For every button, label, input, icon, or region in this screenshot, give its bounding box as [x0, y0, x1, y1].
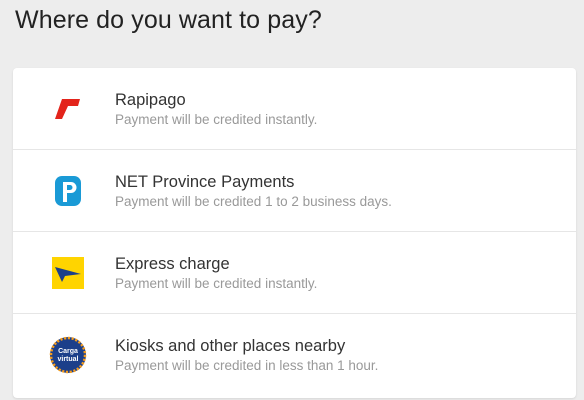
page-title: Where do you want to pay? — [15, 6, 322, 34]
option-title: Rapipago — [115, 91, 186, 109]
option-subtitle: Payment will be credited 1 to 2 business… — [115, 194, 392, 209]
payment-option-rapipago[interactable]: Rapipago Payment will be credited instan… — [13, 68, 576, 150]
option-subtitle: Payment will be credited instantly. — [115, 276, 318, 291]
rapipago-logo-icon — [49, 90, 87, 128]
option-title: Kiosks and other places nearby — [115, 337, 346, 355]
option-title: NET Province Payments — [115, 173, 295, 191]
express-charge-logo-icon — [49, 254, 87, 292]
carga-virtual-logo-text-bottom: virtual — [57, 356, 78, 363]
payment-option-kiosks[interactable]: Carga virtual Kiosks and other places ne… — [13, 314, 576, 395]
option-subtitle: Payment will be credited in less than 1 … — [115, 358, 379, 373]
payment-options-list: Rapipago Payment will be credited instan… — [13, 68, 576, 398]
option-subtitle: Payment will be credited instantly. — [115, 112, 318, 127]
carga-virtual-logo-icon: Carga virtual — [49, 336, 87, 374]
payment-option-provincia-net[interactable]: NET Province Payments Payment will be cr… — [13, 150, 576, 232]
payment-option-express-charge[interactable]: Express charge Payment will be credited … — [13, 232, 576, 314]
provincia-net-logo-icon — [49, 172, 87, 210]
carga-virtual-logo-text-top: Carga — [58, 348, 78, 355]
option-title: Express charge — [115, 255, 230, 273]
